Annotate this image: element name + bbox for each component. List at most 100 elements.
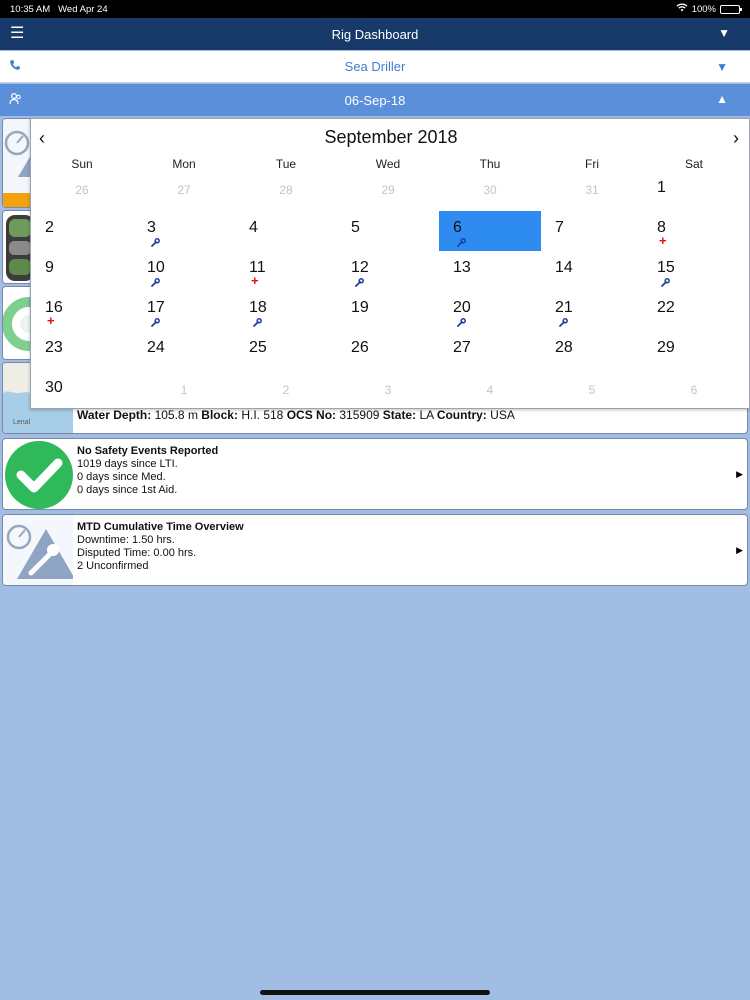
calendar-day[interactable]: 1 bbox=[643, 171, 745, 211]
day-number: 21 bbox=[555, 299, 573, 316]
calendar-day[interactable]: 20 bbox=[439, 291, 541, 331]
wrench-icon bbox=[151, 238, 160, 250]
calendar-day[interactable]: 5 bbox=[541, 371, 643, 411]
calendar-day[interactable]: 7 bbox=[541, 211, 643, 251]
calendar-day[interactable]: 4 bbox=[235, 211, 337, 251]
calendar-day[interactable]: 27 bbox=[133, 171, 235, 211]
triangle-down-icon[interactable]: ▼ bbox=[718, 26, 730, 40]
calendar-day[interactable]: 30 bbox=[31, 371, 133, 411]
calendar-day[interactable]: 11 + bbox=[235, 251, 337, 291]
calendar-day[interactable]: 24 bbox=[133, 331, 235, 371]
day-number: 10 bbox=[147, 259, 165, 276]
day-number: 24 bbox=[147, 339, 165, 356]
mtd-title: MTD Cumulative Time Overview bbox=[77, 521, 244, 533]
status-bar: 10:35 AM Wed Apr 24 100% bbox=[0, 0, 750, 18]
day-number: 28 bbox=[279, 183, 293, 197]
mtd-unconfirmed: 2 Unconfirmed bbox=[77, 560, 149, 572]
calendar-day[interactable]: 31 bbox=[541, 171, 643, 211]
day-number: 22 bbox=[657, 299, 675, 316]
wifi-icon bbox=[676, 3, 688, 15]
date-selector[interactable]: 06-Sep-18 ▲ bbox=[0, 84, 750, 116]
day-number: 2 bbox=[45, 219, 54, 236]
day-number: 13 bbox=[453, 259, 471, 276]
wrench-icon bbox=[457, 238, 466, 250]
calendar-day[interactable]: 12 bbox=[337, 251, 439, 291]
calendar-day[interactable]: 17 bbox=[133, 291, 235, 331]
gauge-wrench-icon bbox=[3, 515, 75, 585]
page-title: Rig Dashboard bbox=[331, 26, 419, 42]
safety-card[interactable]: No Safety Events Reported 1019 days sinc… bbox=[2, 438, 748, 510]
calendar-day[interactable]: 28 bbox=[541, 331, 643, 371]
calendar-day[interactable]: 28 bbox=[235, 171, 337, 211]
calendar-day[interactable]: 27 bbox=[439, 331, 541, 371]
day-number: 17 bbox=[147, 299, 165, 316]
day-number: 7 bbox=[555, 219, 564, 236]
weekday-tue: Tue bbox=[275, 157, 297, 171]
calendar-popup: ‹ September 2018 › Sun Mon Tue Wed Thu Fri Sat… bbox=[30, 118, 750, 409]
calendar-day[interactable]: 22 bbox=[643, 291, 745, 331]
rig-name: Sea Driller bbox=[344, 59, 406, 74]
day-number: 31 bbox=[585, 183, 599, 197]
calendar-day-selected[interactable]: 6 bbox=[439, 211, 541, 251]
calendar-day[interactable]: 9 bbox=[31, 251, 133, 291]
calendar-day[interactable]: 18 bbox=[235, 291, 337, 331]
wrench-icon bbox=[661, 278, 670, 290]
triangle-down-icon: ▼ bbox=[716, 60, 728, 74]
calendar-day[interactable]: 6 bbox=[643, 371, 745, 411]
weekday-sun: Sun bbox=[71, 157, 93, 171]
calendar-day[interactable]: 25 bbox=[235, 331, 337, 371]
hamburger-icon[interactable]: ☰ bbox=[10, 26, 24, 42]
calendar-day[interactable]: 2 bbox=[235, 371, 337, 411]
chevron-right-icon: ▶ bbox=[736, 545, 743, 555]
calendar-day[interactable]: 14 bbox=[541, 251, 643, 291]
calendar-day[interactable]: 30 bbox=[439, 171, 541, 211]
triangle-up-icon: ▲ bbox=[716, 92, 728, 106]
calendar-day[interactable]: 19 bbox=[337, 291, 439, 331]
safety-line-med: 0 days since Med. bbox=[77, 471, 166, 483]
calendar-day[interactable]: 3 bbox=[337, 371, 439, 411]
wrench-icon bbox=[253, 318, 262, 330]
calendar-day[interactable]: 4 bbox=[439, 371, 541, 411]
rig-selector[interactable]: Sea Driller ▼ bbox=[0, 51, 750, 83]
battery-percent: 100% bbox=[691, 3, 716, 15]
wrench-icon bbox=[355, 278, 364, 290]
day-number: 1 bbox=[657, 179, 666, 196]
calendar-day[interactable]: 26 bbox=[337, 331, 439, 371]
calendar-day[interactable]: 1 bbox=[133, 371, 235, 411]
day-number: 26 bbox=[351, 339, 369, 356]
day-number: 9 bbox=[45, 259, 54, 276]
calendar-day[interactable]: 5 bbox=[337, 211, 439, 251]
calendar-day[interactable]: 2 bbox=[31, 211, 133, 251]
safety-line-lti: 1019 days since LTI. bbox=[77, 458, 178, 470]
day-number: 6 bbox=[690, 383, 698, 397]
weekday-sat: Sat bbox=[684, 157, 703, 171]
calendar-day[interactable]: 26 bbox=[31, 171, 133, 211]
calendar-day[interactable]: 29 bbox=[337, 171, 439, 211]
calendar-day[interactable]: 10 bbox=[133, 251, 235, 291]
day-number: 19 bbox=[351, 299, 369, 316]
mtd-text: MTD Cumulative Time Overview Downtime: 1… bbox=[77, 521, 244, 573]
day-number: 4 bbox=[249, 219, 258, 236]
day-number: 15 bbox=[657, 259, 675, 276]
mtd-card[interactable]: MTD Cumulative Time Overview Downtime: 1… bbox=[2, 514, 748, 586]
calendar-day[interactable]: 29 bbox=[643, 331, 745, 371]
day-number: 14 bbox=[555, 259, 573, 276]
mtd-disputed: Disputed Time: 0.00 hrs. bbox=[77, 547, 197, 559]
month-title: September 2018 bbox=[324, 127, 458, 147]
calendar-day[interactable]: 21 bbox=[541, 291, 643, 331]
weekday-fri: Fri bbox=[585, 157, 599, 171]
day-number: 28 bbox=[555, 339, 573, 356]
safety-title: No Safety Events Reported bbox=[77, 445, 219, 457]
calendar-day[interactable]: 3 bbox=[133, 211, 235, 251]
plus-icon: + bbox=[659, 233, 667, 248]
calendar-day[interactable]: 8 + bbox=[643, 211, 745, 251]
next-month-button[interactable]: › bbox=[733, 129, 739, 147]
day-number: 6 bbox=[453, 219, 462, 236]
calendar-day[interactable]: 13 bbox=[439, 251, 541, 291]
calendar-day[interactable]: 16 + bbox=[31, 291, 133, 331]
calendar-day[interactable]: 23 bbox=[31, 331, 133, 371]
wrench-icon bbox=[151, 278, 160, 290]
wrench-icon bbox=[151, 318, 160, 330]
calendar-day[interactable]: 15 bbox=[643, 251, 745, 291]
day-number: 25 bbox=[249, 339, 267, 356]
